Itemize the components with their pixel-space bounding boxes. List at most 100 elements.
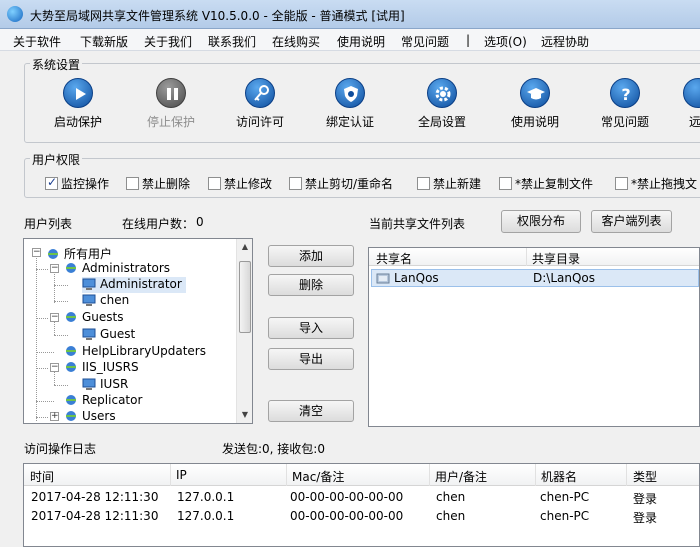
log-row[interactable]: 2017-04-28 12:11:30 127.0.0.1 00-00-00-0… [24, 490, 699, 509]
monitor-checkbox[interactable]: 监控操作 [45, 175, 109, 192]
log-type: 登录 [633, 492, 658, 506]
forbid-modify-checkbox[interactable]: 禁止修改 [208, 175, 272, 192]
column-share-dir[interactable]: 共享目录 [532, 250, 580, 267]
column-share-name[interactable]: 共享名 [376, 250, 412, 267]
log-time: 2017-04-28 12:11:30 [31, 509, 159, 523]
access-log-list[interactable]: 时间 IP Mac/备注 用户/备注 机器名 类型 2017-04-28 12:… [23, 463, 700, 547]
tree-node-guest[interactable]: Guest [82, 327, 135, 343]
column-mac[interactable]: Mac/备注 [292, 468, 344, 485]
forbid-cut-rename-label: 禁止剪切/重命名 [305, 177, 394, 191]
collapse-toggle[interactable]: − [32, 248, 41, 257]
forbid-modify-label: 禁止修改 [224, 177, 273, 191]
collapse-toggle[interactable]: − [50, 264, 59, 273]
forbid-drag-checkbox[interactable]: *禁止拖拽文 [615, 175, 700, 192]
column-machine[interactable]: 机器名 [541, 468, 577, 485]
gear-icon [427, 78, 457, 108]
menu-about-us[interactable]: 关于我们 [144, 33, 192, 50]
column-time[interactable]: 时间 [30, 468, 54, 485]
group-icon [66, 263, 76, 273]
forbid-new-checkbox[interactable]: 禁止新建 [417, 175, 481, 192]
tree-node-administrators[interactable]: Administrators [64, 261, 170, 277]
log-machine: chen-PC [540, 490, 590, 504]
tree-node-replicator[interactable]: Replicator [64, 393, 142, 409]
menu-contact[interactable]: 联系我们 [208, 33, 256, 50]
menu-faq[interactable]: 常见问题 [401, 33, 449, 50]
client-list-button[interactable]: 客户端列表 [591, 210, 672, 233]
log-mac: 00-00-00-00-00-00 [290, 509, 404, 523]
tree-node-chen[interactable]: chen [82, 293, 129, 309]
tree-scrollbar[interactable]: ▲ ▼ [236, 239, 252, 423]
remote-button[interactable]: 远 [668, 78, 700, 134]
tree-node-helplibraryupdaters[interactable]: HelpLibraryUpdaters [64, 344, 206, 360]
access-permission-button[interactable]: 访问许可 [215, 78, 305, 134]
svg-text:?: ? [621, 85, 630, 104]
faq-label: 常见问题 [600, 115, 649, 129]
group-icon [66, 411, 76, 421]
user-computer-icon [82, 378, 96, 390]
clear-button[interactable]: 清空 [268, 400, 354, 422]
window-title: 大势至局域网共享文件管理系统 V10.5.0.0 - 全能版 - 普通模式 [试… [30, 9, 405, 23]
import-button[interactable]: 导入 [268, 317, 354, 339]
add-button[interactable]: 添加 [268, 245, 354, 267]
forbid-delete-checkbox[interactable]: 禁止删除 [126, 175, 190, 192]
forbid-copy-checkbox[interactable]: *禁止复制文件 [499, 175, 593, 192]
group-icon [66, 395, 76, 405]
tree-node-users[interactable]: Users [64, 409, 116, 423]
checkbox-box [615, 177, 628, 190]
share-list[interactable]: 共享名 共享目录 LanQos D:\LanQos [368, 247, 700, 427]
collapse-toggle[interactable]: − [50, 363, 59, 372]
tree-node-guests[interactable]: Guests [64, 310, 124, 326]
global-settings-button[interactable]: 全局设置 [397, 78, 487, 134]
log-machine: chen-PC [540, 509, 590, 523]
play-icon [63, 78, 93, 108]
scroll-thumb[interactable] [239, 261, 251, 333]
menu-download[interactable]: 下载新版 [80, 33, 128, 50]
more-icon [683, 78, 700, 108]
checkbox-box [45, 175, 58, 190]
menu-options[interactable]: 选项(O) [484, 33, 527, 50]
export-button[interactable]: 导出 [268, 348, 354, 370]
tree-node-label: Guests [82, 310, 124, 324]
stop-protection-button[interactable]: 停止保护 [126, 78, 216, 134]
menu-bar: 关于软件 下载新版 关于我们 联系我们 在线购买 使用说明 常见问题 | 选项(… [0, 29, 700, 51]
start-protection-button[interactable]: 启动保护 [33, 78, 123, 134]
checkbox-box [208, 177, 221, 190]
expand-toggle[interactable]: + [50, 412, 59, 421]
column-user[interactable]: 用户/备注 [435, 468, 487, 485]
collapse-toggle[interactable]: − [50, 313, 59, 322]
checkbox-box [126, 177, 139, 190]
packet-stats: 发送包:0, 接收包:0 [222, 442, 325, 456]
checkbox-box [289, 177, 302, 190]
stop-protection-label: 停止保护 [146, 115, 195, 129]
menu-manual[interactable]: 使用说明 [337, 33, 385, 50]
share-row[interactable]: LanQos D:\LanQos [371, 269, 699, 287]
column-type[interactable]: 类型 [633, 468, 657, 485]
menu-remote-assist[interactable]: 远程协助 [541, 33, 589, 50]
log-mac: 00-00-00-00-00-00 [290, 490, 404, 504]
group-icon [66, 346, 76, 356]
manual-button[interactable]: 使用说明 [490, 78, 580, 134]
forbid-cut-rename-checkbox[interactable]: 禁止剪切/重命名 [289, 175, 393, 192]
shared-folder-icon [376, 273, 390, 284]
delete-button[interactable]: 删除 [268, 274, 354, 296]
access-permission-label: 访问许可 [235, 115, 284, 129]
bind-auth-button[interactable]: 绑定认证 [305, 78, 395, 134]
permission-distribution-button[interactable]: 权限分布 [501, 210, 581, 233]
menu-about-software[interactable]: 关于软件 [13, 33, 61, 50]
user-tree[interactable]: − − − − + 所有用户 Administrators Administra… [23, 238, 253, 424]
tree-node-iis-iusrs[interactable]: IIS_IUSRS [64, 360, 139, 376]
scroll-up-icon[interactable]: ▲ [237, 239, 252, 255]
scroll-down-icon[interactable]: ▼ [237, 407, 252, 423]
tree-node-all-users[interactable]: 所有用户 [46, 245, 112, 261]
menu-buy-online[interactable]: 在线购买 [272, 33, 320, 50]
tree-node-label: IUSR [100, 377, 129, 391]
faq-button[interactable]: ? 常见问题 [580, 78, 670, 134]
pause-icon [156, 78, 186, 108]
tree-node-label: HelpLibraryUpdaters [82, 344, 206, 358]
tree-node-administrator[interactable]: Administrator [82, 277, 186, 293]
log-row[interactable]: 2017-04-28 12:11:30 127.0.0.1 00-00-00-0… [24, 509, 699, 528]
tree-node-iusr[interactable]: IUSR [82, 377, 128, 393]
column-ip[interactable]: IP [176, 468, 187, 482]
log-user: chen [436, 490, 466, 504]
app-icon [7, 6, 23, 22]
